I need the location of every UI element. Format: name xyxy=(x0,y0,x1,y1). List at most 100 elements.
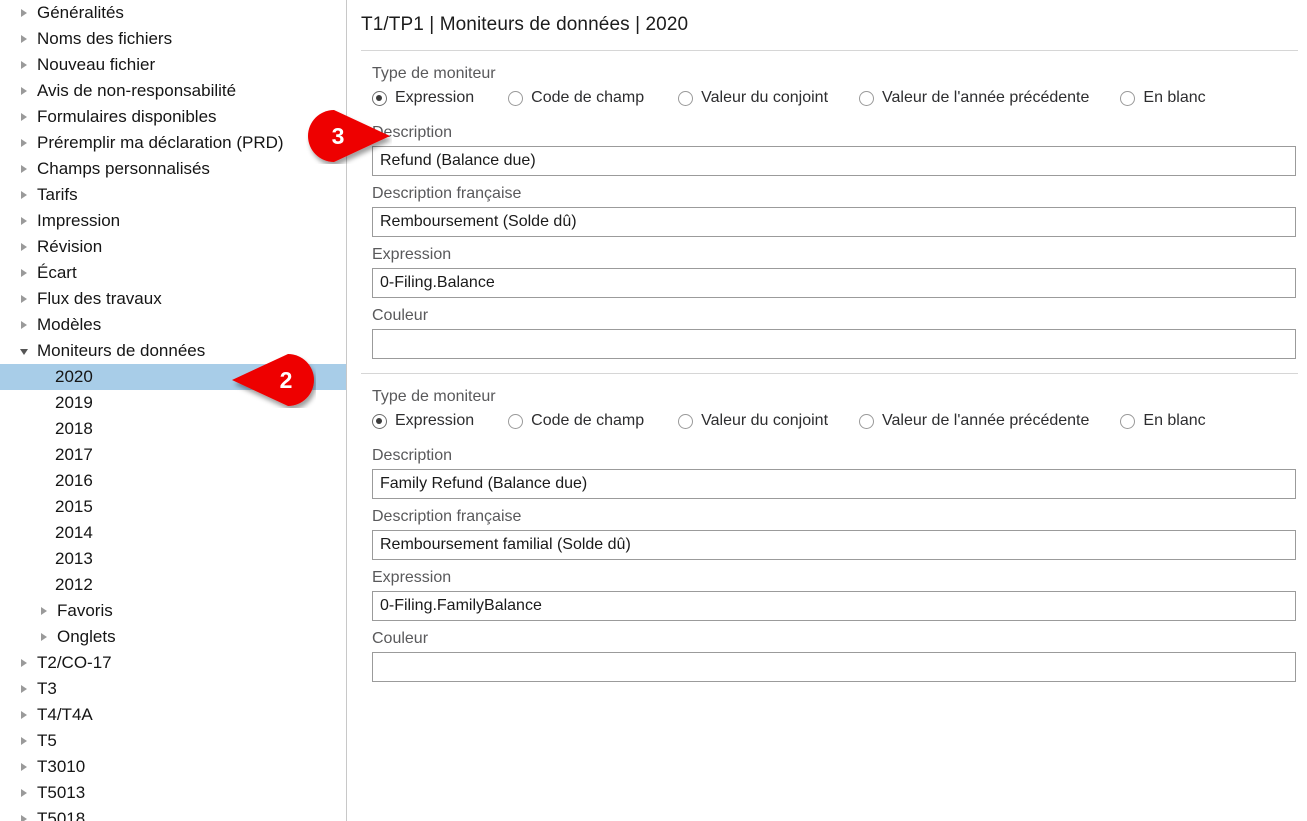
radio-unchecked-icon[interactable] xyxy=(508,413,524,429)
tree-item-2015[interactable]: 2015 xyxy=(0,494,346,520)
chevron-right-icon[interactable] xyxy=(16,182,32,208)
radio-unchecked-icon[interactable] xyxy=(508,90,524,106)
chevron-right-icon[interactable] xyxy=(16,52,32,78)
field-input-description-fran-aise[interactable] xyxy=(372,207,1296,237)
tree-item-2013[interactable]: 2013 xyxy=(0,546,346,572)
tree-item-champs-personnalis-s[interactable]: Champs personnalisés xyxy=(0,156,346,182)
field-input-couleur[interactable] xyxy=(372,329,1296,359)
radio-option-label: Valeur du conjoint xyxy=(701,412,829,429)
chevron-right-icon[interactable] xyxy=(16,676,32,702)
tree-item-2012[interactable]: 2012 xyxy=(0,572,346,598)
chevron-right-glyph xyxy=(21,659,27,667)
tree-item-t2-co-17[interactable]: T2/CO-17 xyxy=(0,650,346,676)
tree-item-2020[interactable]: 2020 xyxy=(0,364,346,390)
tree-item-2018[interactable]: 2018 xyxy=(0,416,346,442)
radio-option-expression[interactable]: Expression xyxy=(372,412,474,430)
chevron-right-icon[interactable] xyxy=(16,728,32,754)
tree-item-favoris[interactable]: Favoris xyxy=(0,598,346,624)
radio-option-valeur-de-l-ann-e-pr-c-dente[interactable]: Valeur de l'année précédente xyxy=(859,412,1089,430)
tree-item-nouveau-fichier[interactable]: Nouveau fichier xyxy=(0,52,346,78)
tree-item-mod-les[interactable]: Modèles xyxy=(0,312,346,338)
chevron-right-icon[interactable] xyxy=(16,130,32,156)
radio-option-valeur-de-l-ann-e-pr-c-dente[interactable]: Valeur de l'année précédente xyxy=(859,89,1089,107)
chevron-right-icon[interactable] xyxy=(16,780,32,806)
form-field: Expression xyxy=(361,246,1307,298)
tree-item-t3[interactable]: T3 xyxy=(0,676,346,702)
chevron-right-icon[interactable] xyxy=(16,104,32,130)
tree-item-t5013[interactable]: T5013 xyxy=(0,780,346,806)
radio-unchecked-icon[interactable] xyxy=(678,90,694,106)
chevron-right-icon[interactable] xyxy=(16,806,32,821)
radio-unchecked-icon[interactable] xyxy=(859,90,875,106)
tree-item-formulaires-disponibles[interactable]: Formulaires disponibles xyxy=(0,104,346,130)
field-input-expression[interactable] xyxy=(372,268,1296,298)
chevron-right-glyph xyxy=(21,815,27,821)
settings-tree[interactable]: Généralités Noms des fichiers Nouveau fich… xyxy=(0,0,346,821)
tree-item-g-n-ralit-s[interactable]: Généralités xyxy=(0,0,346,26)
tree-item-label: 2012 xyxy=(55,575,93,594)
radio-unchecked-icon[interactable] xyxy=(678,413,694,429)
tree-item-moniteurs-de-donn-es[interactable]: Moniteurs de données xyxy=(0,338,346,364)
monitor-section: Type de moniteur Expression Code de champ V… xyxy=(361,374,1307,682)
chevron-right-icon[interactable] xyxy=(16,702,32,728)
tree-item-onglets[interactable]: Onglets xyxy=(0,624,346,650)
tree-item-2017[interactable]: 2017 xyxy=(0,442,346,468)
chevron-down-icon[interactable] xyxy=(16,338,32,364)
tree-item-impression[interactable]: Impression xyxy=(0,208,346,234)
chevron-right-glyph xyxy=(21,789,27,797)
tree-item-2014[interactable]: 2014 xyxy=(0,520,346,546)
tree-item-tarifs[interactable]: Tarifs xyxy=(0,182,346,208)
tree-item-t4-t4a[interactable]: T4/T4A xyxy=(0,702,346,728)
radio-unchecked-icon[interactable] xyxy=(1120,413,1136,429)
radio-checked-icon[interactable] xyxy=(372,413,387,429)
monitor-type-radio-group[interactable]: Expression Code de champ Valeur du conjoin… xyxy=(372,89,1307,107)
tree-item-cart[interactable]: Écart xyxy=(0,260,346,286)
tree-item-2016[interactable]: 2016 xyxy=(0,468,346,494)
chevron-right-icon[interactable] xyxy=(16,312,32,338)
chevron-right-icon[interactable] xyxy=(16,286,32,312)
field-input-description[interactable] xyxy=(372,146,1296,176)
field-input-description-fran-aise[interactable] xyxy=(372,530,1296,560)
chevron-right-glyph xyxy=(21,217,27,225)
chevron-right-icon[interactable] xyxy=(36,598,52,624)
tree-item-flux-des-travaux[interactable]: Flux des travaux xyxy=(0,286,346,312)
radio-option-code-de-champ[interactable]: Code de champ xyxy=(508,412,644,430)
form-field: Description xyxy=(361,447,1307,499)
radio-checked-icon[interactable] xyxy=(372,90,387,106)
chevron-right-icon[interactable] xyxy=(16,156,32,182)
radio-option-expression[interactable]: Expression xyxy=(372,89,474,107)
tree-item-label: T5013 xyxy=(37,783,86,802)
field-input-expression[interactable] xyxy=(372,591,1296,621)
tree-item-t5018[interactable]: T5018 xyxy=(0,806,346,821)
radio-unchecked-icon[interactable] xyxy=(859,413,875,429)
chevron-right-icon[interactable] xyxy=(16,78,32,104)
field-input-description[interactable] xyxy=(372,469,1296,499)
radio-option-valeur-du-conjoint[interactable]: Valeur du conjoint xyxy=(678,89,828,107)
chevron-right-icon[interactable] xyxy=(16,208,32,234)
radio-option-en-blanc[interactable]: En blanc xyxy=(1120,412,1206,430)
tree-item-t5[interactable]: T5 xyxy=(0,728,346,754)
radio-unchecked-icon[interactable] xyxy=(1120,90,1136,106)
chevron-right-icon[interactable] xyxy=(16,260,32,286)
chevron-right-icon[interactable] xyxy=(16,754,32,780)
settings-navigation-sidebar[interactable]: Généralités Noms des fichiers Nouveau fich… xyxy=(0,0,347,821)
tree-item-label: Formulaires disponibles xyxy=(37,107,217,126)
chevron-right-icon[interactable] xyxy=(36,624,52,650)
chevron-right-icon[interactable] xyxy=(16,0,32,26)
chevron-right-glyph xyxy=(21,269,27,277)
tree-item-noms-des-fichiers[interactable]: Noms des fichiers xyxy=(0,26,346,52)
chevron-right-icon[interactable] xyxy=(16,234,32,260)
tree-item-r-vision[interactable]: Révision xyxy=(0,234,346,260)
radio-option-code-de-champ[interactable]: Code de champ xyxy=(508,89,644,107)
tree-item-2019[interactable]: 2019 xyxy=(0,390,346,416)
radio-option-en-blanc[interactable]: En blanc xyxy=(1120,89,1206,107)
field-input-couleur[interactable] xyxy=(372,652,1296,682)
monitor-type-radio-group[interactable]: Expression Code de champ Valeur du conjoin… xyxy=(372,412,1307,430)
chevron-right-icon[interactable] xyxy=(16,26,32,52)
tree-item-pr-remplir-ma-d-claration-prd[interactable]: Préremplir ma déclaration (PRD) xyxy=(0,130,346,156)
radio-option-valeur-du-conjoint[interactable]: Valeur du conjoint xyxy=(678,412,828,430)
tree-item-avis-de-non-responsabilit[interactable]: Avis de non-responsabilité xyxy=(0,78,346,104)
radio-option-label: Expression xyxy=(395,412,475,429)
chevron-right-icon[interactable] xyxy=(16,650,32,676)
tree-item-t3010[interactable]: T3010 xyxy=(0,754,346,780)
